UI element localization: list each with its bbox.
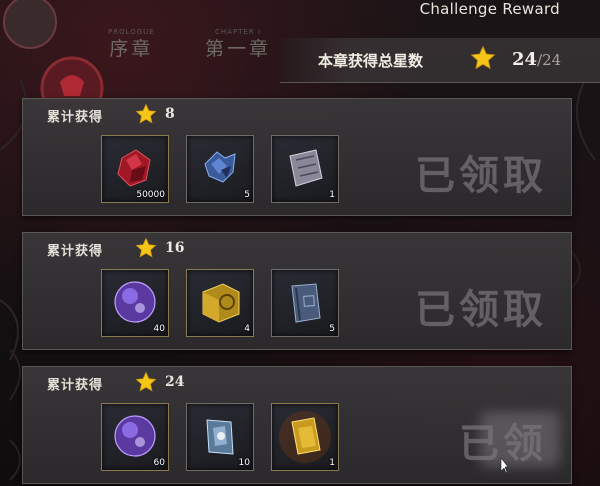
reward-item-blue-shard[interactable]: 5 (186, 135, 254, 203)
item-quantity: 60 (153, 458, 165, 468)
tier-star-count: 24 (165, 374, 185, 390)
total-stars-earned: 24 (512, 49, 538, 70)
item-quantity: 10 (238, 458, 250, 468)
star-icon (135, 237, 157, 258)
star-icon (470, 45, 496, 70)
tier-star-count: 16 (165, 240, 185, 256)
reward-item-blue-book[interactable]: 5 (271, 269, 339, 337)
item-quantity: 1 (329, 190, 335, 200)
reward-item-ice-card[interactable]: 10 (186, 403, 254, 471)
challenge-reward-title: Challenge Reward (419, 0, 560, 18)
star-icon (135, 103, 157, 124)
item-quantity: 4 (244, 324, 250, 334)
tier-label: 累计获得 (47, 110, 104, 125)
reward-tier-16: 累计获得 16 40 4 5 已领取 (22, 232, 572, 350)
blurred-watermark (480, 412, 560, 467)
tier-star-count: 8 (165, 106, 175, 122)
reward-tier-8: 累计获得 8 50000 5 1 已领取 (22, 98, 572, 216)
total-stars-label: 本章获得总星数 (318, 52, 424, 70)
claimed-status: 已领取 (415, 286, 547, 333)
reward-item-red-crystal[interactable]: 50000 (101, 135, 169, 203)
total-stars-max: 24 (542, 51, 562, 69)
tab-chapter-1[interactable]: CHAPTER I 第一章 (205, 28, 271, 61)
total-stars-value: 24/24 (512, 49, 561, 70)
chapter-total-stars-bar: 本章获得总星数 24/24 (280, 38, 600, 83)
item-quantity: 5 (329, 324, 335, 334)
item-quantity: 50000 (136, 190, 165, 200)
reward-item-purple-orb[interactable]: 60 (101, 403, 169, 471)
tab-prologue-label: 序章 (109, 38, 154, 60)
reward-item-purple-orb[interactable]: 40 (101, 269, 169, 337)
item-quantity: 40 (153, 324, 165, 334)
tier-label: 累计获得 (47, 378, 104, 393)
chapter-tabs: PROLOGUE 序章 CHAPTER I 第一章 本章获得总星数 24/24 (0, 18, 600, 83)
item-quantity: 1 (329, 458, 335, 468)
item-quantity: 5 (244, 190, 250, 200)
reward-item-gold-cube[interactable]: 4 (186, 269, 254, 337)
reward-item-golden-card[interactable]: 1 (271, 403, 339, 471)
cursor-icon (500, 458, 508, 474)
star-icon (135, 371, 157, 392)
tab-prologue[interactable]: PROLOGUE 序章 (108, 28, 155, 61)
reward-item-silver-scroll[interactable]: 1 (271, 135, 339, 203)
tab-chapter-1-label: 第一章 (205, 38, 272, 60)
claimed-status: 已领取 (415, 152, 547, 199)
tier-label: 累计获得 (47, 244, 104, 259)
